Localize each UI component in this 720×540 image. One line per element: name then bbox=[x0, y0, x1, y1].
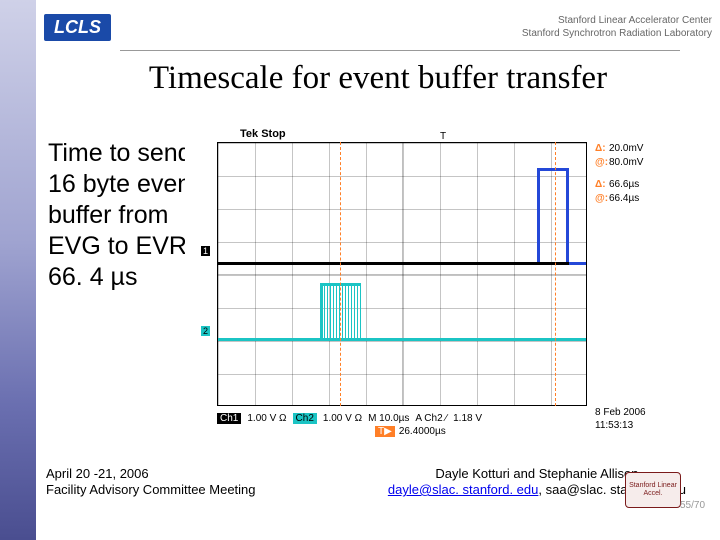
slac-line-1: Stanford Linear Accelerator Center bbox=[522, 14, 712, 27]
scope-ch2-scale: 1.00 V Ω bbox=[323, 413, 362, 424]
scope-time: 11:53:13 bbox=[595, 419, 646, 432]
scope-delta-v: 20.0mV bbox=[609, 143, 643, 154]
slac-footer-logo-text: Stanford Linear Accel. bbox=[626, 482, 680, 498]
scope-ch1-chip: Ch1 bbox=[217, 413, 241, 424]
scope-trig-level: 1.18 V bbox=[453, 413, 482, 424]
slide-left-gradient bbox=[0, 0, 36, 540]
scope-ch1-scale: 1.00 V Ω bbox=[247, 413, 286, 424]
scope-timebase: M 10.0µs bbox=[368, 413, 409, 424]
scope-ch1-trace-after bbox=[569, 262, 586, 265]
page-count: 55/70 bbox=[680, 500, 705, 511]
scope-graticule bbox=[217, 142, 587, 406]
scope-ch2-trace bbox=[218, 338, 586, 341]
scope-trig-src: A Ch2 ∕ bbox=[415, 413, 447, 424]
scope-ch2-burst bbox=[321, 283, 361, 339]
scope-ch2-marker: 2 bbox=[201, 326, 210, 336]
scope-at-v: 80.0mV bbox=[609, 157, 643, 168]
footer-email-1[interactable]: dayle@slac. stanford. edu bbox=[388, 482, 539, 497]
scope-ch1-trace bbox=[218, 262, 570, 265]
scope-run-state: Tek Stop bbox=[240, 128, 286, 140]
lcls-logo: LCLS bbox=[44, 14, 111, 41]
scope-cursor-b bbox=[555, 142, 556, 406]
scope-t-value: 26.4000µs bbox=[399, 426, 446, 437]
scope-delta-t: 66.6µs bbox=[609, 179, 639, 190]
header: LCLS Stanford Linear Accelerator Center … bbox=[36, 0, 720, 54]
footer-date: April 20 -21, 2006 bbox=[46, 466, 256, 482]
footer-left: April 20 -21, 2006 Facility Advisory Com… bbox=[46, 466, 256, 498]
scope-t-position: T▶ 26.4000µs bbox=[375, 426, 446, 437]
footer-meeting: Facility Advisory Committee Meeting bbox=[46, 482, 256, 498]
footer: April 20 -21, 2006 Facility Advisory Com… bbox=[46, 466, 686, 498]
scope-center-v bbox=[402, 143, 403, 405]
slac-logo-text: Stanford Linear Accelerator Center Stanf… bbox=[522, 14, 712, 40]
scope-ch1-pulse bbox=[537, 168, 569, 262]
scope-trigger-marker: T bbox=[440, 131, 446, 142]
oscilloscope-screenshot: Tek Stop T D 1 2 Δ:20.0mV @:80.0mV Δ:66.… bbox=[185, 128, 685, 438]
footer-email-sep: , bbox=[538, 482, 545, 497]
scope-date: 8 Feb 2006 bbox=[595, 406, 646, 419]
scope-ch2-chip: Ch2 bbox=[293, 413, 317, 424]
scope-timestamp: 8 Feb 2006 11:53:13 bbox=[595, 406, 646, 432]
slac-footer-logo: Stanford Linear Accel. bbox=[625, 472, 681, 508]
slac-line-2: Stanford Synchrotron Radiation Laborator… bbox=[522, 27, 712, 40]
scope-cursor-a bbox=[340, 142, 341, 406]
lcls-logo-text: LCLS bbox=[44, 14, 111, 41]
scope-t-arrow: T▶ bbox=[375, 426, 395, 437]
header-divider bbox=[120, 50, 680, 51]
scope-bottom-row: Ch1 1.00 V Ω Ch2 1.00 V Ω M 10.0µs A Ch2… bbox=[217, 410, 587, 426]
slide-title: Timescale for event buffer transfer bbox=[36, 60, 720, 97]
scope-cursor-readouts: Δ:20.0mV @:80.0mV Δ:66.6µs @:66.4µs bbox=[595, 142, 683, 206]
scope-ch1-marker: 1 bbox=[201, 246, 210, 256]
scope-at-t: 66.4µs bbox=[609, 193, 639, 204]
